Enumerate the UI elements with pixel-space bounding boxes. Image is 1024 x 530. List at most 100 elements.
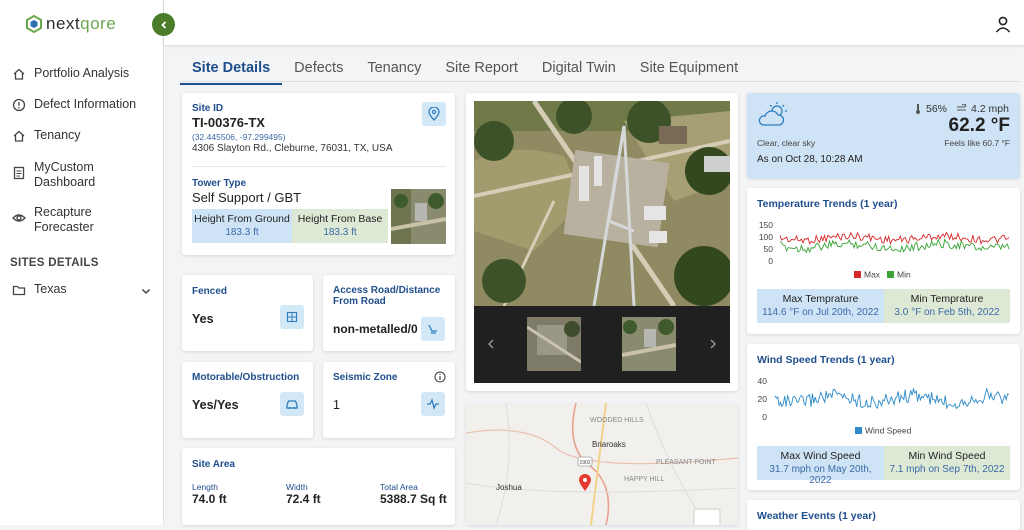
motorable-value: Yes/Yes [192, 398, 239, 412]
fence-button[interactable] [280, 305, 304, 329]
sidebar-item-label: Tenancy [34, 128, 81, 142]
height-from-ground: Height From Ground 183.3 ft [192, 209, 292, 243]
sites-details-heading: SITES DETAILS [10, 257, 99, 269]
height-from-base: Height From Base 183.3 ft [292, 209, 388, 243]
legend-max-swatch [854, 271, 861, 278]
temperature-trends-title: Temperature Trends (1 year) [757, 198, 898, 210]
max-wind-value: 31.7 mph on May 20th, 2022 [769, 464, 872, 486]
max-temperature-line [779, 231, 1010, 246]
tab-divider [180, 81, 1020, 82]
thumbnail-strip [474, 306, 730, 383]
car-button[interactable] [280, 392, 304, 416]
seismic-value: 1 [333, 398, 340, 412]
thumbnail-1[interactable] [527, 317, 581, 371]
sidebar-item-label: Recapture Forecaster [34, 205, 94, 234]
walk-icon [428, 324, 437, 334]
sidebar-item-defect-information[interactable]: Defect Information [12, 97, 136, 112]
folder-icon [12, 285, 26, 296]
sidebar-item-label: MyCustom Dashboard [34, 160, 96, 189]
max-wind-label: Max Wind Speed [780, 450, 861, 462]
as-on-time: As on Oct 28, 10:28 AM [757, 154, 863, 165]
legend-wind-swatch [855, 427, 862, 434]
feels-like: Feels like 60.7 °F [944, 138, 1010, 148]
site-area-label: Site Area [192, 459, 235, 470]
sidebar-item-portfolio-analysis[interactable]: Portfolio Analysis [12, 66, 129, 81]
max-temp-value: 114.6 °F on Jul 20th, 2022 [762, 307, 879, 318]
photo-gallery-card [466, 93, 738, 391]
width-value: 72.4 ft [286, 492, 321, 506]
sidebar-folder-texas[interactable]: Texas [12, 282, 152, 297]
sidebar-item-recapture-forecaster[interactable]: Recapture Forecaster [12, 205, 94, 235]
location-button[interactable] [422, 102, 446, 126]
collapse-sidebar-button[interactable] [152, 13, 175, 36]
sidebar-item-label: Defect Information [34, 97, 137, 111]
road-button[interactable] [421, 317, 445, 341]
document-icon [13, 166, 25, 180]
site-coords: (32.445506, -97.299495) [192, 132, 286, 142]
road-shield: 1902 [579, 460, 590, 466]
min-temperature-stat: Min Temprature 3.0 °F on Feb 5th, 2022 [884, 289, 1010, 323]
access-road-label: Access Road/Distance From Road [333, 285, 441, 307]
legend-min-swatch [887, 271, 894, 278]
y-tick: 40 [758, 376, 768, 386]
tower-aerial-photo[interactable] [474, 101, 730, 306]
wind-trends-card: Wind Speed Trends (1 year) 40 20 0 Wind … [747, 344, 1020, 490]
folder-label: Texas [34, 282, 67, 296]
weather-events-card: Weather Events (1 year) [747, 500, 1020, 530]
max-temperature-stat: Max Temprature 114.6 °F on Jul 20th, 202… [757, 289, 884, 323]
map-label-happy-hill: HAPPY HILL [624, 476, 665, 483]
hfg-value: 183.3 ft [225, 227, 259, 238]
info-icon[interactable] [434, 371, 446, 383]
fenced-value: Yes [192, 312, 214, 326]
tower-type-label: Tower Type [192, 178, 247, 189]
wind-icon [957, 104, 967, 111]
eye-icon [12, 214, 26, 222]
tower-thumbnail[interactable] [391, 189, 446, 244]
width-label: Width [286, 482, 308, 492]
hfb-label: Height From Base [297, 213, 383, 225]
hfb-value: 183.3 ft [323, 227, 357, 238]
pulse-icon [427, 398, 439, 410]
fence-icon [286, 311, 298, 323]
motorable-label: Motorable/Obstruction [192, 372, 300, 383]
max-wind-stat: Max Wind Speed 31.7 mph on May 20th, 202… [757, 446, 884, 486]
length-value: 74.0 ft [192, 492, 227, 506]
chevron-left-icon [160, 20, 166, 29]
wind-chart: 40 20 0 Wind Speed [758, 376, 1010, 436]
logo[interactable]: nextqore [26, 14, 116, 34]
access-road-card: Access Road/Distance From Road non-metal… [323, 275, 455, 351]
wind-trends-title: Wind Speed Trends (1 year) [757, 354, 895, 366]
legend-min-label: Min [897, 270, 911, 280]
seismic-button[interactable] [421, 392, 445, 416]
min-wind-label: Min Wind Speed [908, 450, 986, 462]
sidebar: nextqore Portfolio Analysis Defect Infor… [0, 0, 164, 525]
seismic-label: Seismic Zone [333, 372, 398, 383]
chevron-right-icon[interactable] [708, 338, 718, 350]
sidebar-item-label: Portfolio Analysis [34, 66, 130, 80]
partly-cloudy-icon [758, 102, 787, 126]
y-tick: 20 [758, 394, 768, 404]
min-temp-value: 3.0 °F on Feb 5th, 2022 [894, 307, 1000, 318]
chevron-down-icon[interactable] [140, 285, 152, 297]
site-address: 4306 Slayton Rd., Cleburne, 76031, TX, U… [192, 143, 393, 154]
chevron-left-icon[interactable] [486, 338, 496, 350]
sidebar-item-tenancy[interactable]: Tenancy [12, 128, 81, 143]
user-icon[interactable] [994, 15, 1012, 33]
map-card[interactable]: 1902 WOODED HILLS Briaroaks PLEASANT POI… [466, 403, 738, 525]
divider [192, 166, 446, 167]
thumbnail-2[interactable] [622, 317, 676, 371]
temperature: 62.2 °F [948, 115, 1010, 136]
temperature-chart: 150 100 50 0 Max Min [759, 220, 1010, 280]
sidebar-item-mycustom-dashboard[interactable]: MyCustom Dashboard [12, 160, 95, 190]
humidity: 56% [926, 103, 948, 115]
logo-text: nextqore [46, 14, 117, 33]
y-tick: 100 [759, 232, 773, 242]
wind-speed: 4.2 mph [971, 103, 1009, 115]
top-bar [164, 0, 1024, 45]
map-label-briaroaks: Briaroaks [592, 440, 626, 449]
fenced-card: Fenced Yes [182, 275, 313, 351]
y-tick: 50 [764, 244, 774, 254]
access-road-value: non-metalled/0 [333, 322, 418, 336]
tower-type: Self Support / GBT [192, 190, 302, 205]
site-area-card: Site Area Length 74.0 ft Width 72.4 ft T… [182, 448, 455, 525]
